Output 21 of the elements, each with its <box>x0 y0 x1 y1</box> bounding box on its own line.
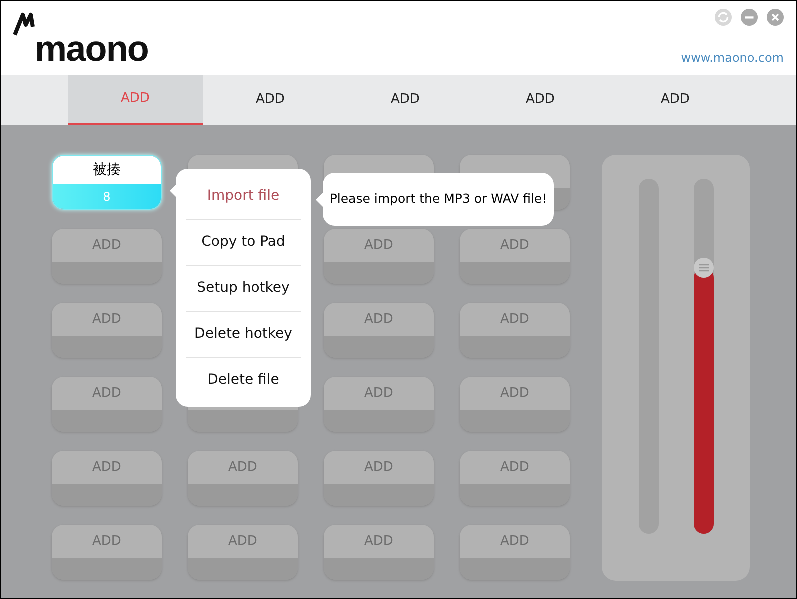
pad-label: ADD <box>500 384 530 403</box>
pad-label: ADD <box>500 236 530 255</box>
pad-label: ADD <box>364 532 394 551</box>
tooltip-text: Please import the MP3 or WAV file! <box>330 190 548 208</box>
pad-label: ADD <box>92 532 122 551</box>
pad-label: ADD <box>364 310 394 329</box>
pad-hotkey: 8 <box>103 188 111 206</box>
pad-label: ADD <box>364 384 394 403</box>
pad-label: ADD <box>364 458 394 477</box>
pad-label: ADD <box>92 458 122 477</box>
pad-label: ADD <box>500 310 530 329</box>
pad-label: ADD <box>364 236 394 255</box>
logo-text: maono <box>35 31 149 67</box>
pad-label: 被揍 <box>93 160 121 180</box>
pad-label: ADD <box>92 384 122 403</box>
pad-label: ADD <box>500 532 530 551</box>
pad-label: ADD <box>228 458 258 477</box>
pad-label: ADD <box>500 458 530 477</box>
pad-label: ADD <box>228 532 258 551</box>
pad-label: ADD <box>92 236 122 255</box>
pad-label: ADD <box>92 310 122 329</box>
